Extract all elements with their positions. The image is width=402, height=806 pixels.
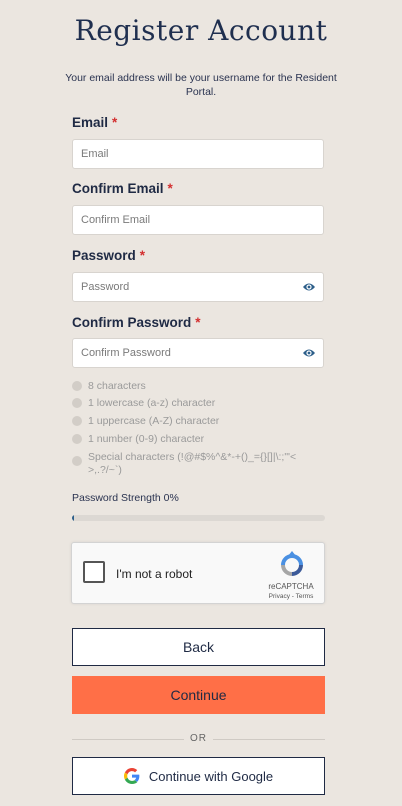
required-marker: * (112, 115, 118, 130)
password-rule: 1 uppercase (A-Z) character (72, 415, 219, 427)
password-rule: 1 lowercase (a-z) character (72, 397, 215, 409)
confirm-password-field[interactable] (72, 338, 324, 368)
continue-with-google-button[interactable]: Continue with Google (72, 757, 325, 795)
password-strength-fill (72, 515, 74, 521)
rule-status-icon (72, 416, 82, 426)
email-field[interactable] (72, 139, 324, 169)
recaptcha-checkbox[interactable] (83, 561, 105, 583)
rule-status-icon (72, 434, 82, 444)
password-label-text: Password (72, 248, 136, 263)
google-logo-icon (123, 768, 140, 784)
recaptcha-brand: reCAPTCHA (268, 582, 314, 591)
required-marker: * (139, 248, 146, 263)
back-button[interactable]: Back (72, 628, 325, 666)
confirm-email-field[interactable] (72, 205, 324, 235)
rule-text: 1 lowercase (a-z) character (88, 397, 216, 409)
required-marker: * (167, 181, 173, 196)
register-page: Register Account Your email address will… (0, 0, 402, 806)
password-rule: Special characters (!@#$%^&*-+()_={}[]|\… (72, 451, 302, 477)
rule-status-icon (72, 398, 82, 408)
required-marker: * (195, 315, 201, 330)
rule-status-icon (72, 381, 82, 391)
or-divider: OR (72, 733, 325, 745)
recaptcha-links[interactable]: Privacy - Terms (258, 593, 324, 600)
rule-text: 1 number (0-9) character (88, 433, 205, 445)
confirm-email-label-text: Confirm Email (72, 181, 164, 196)
continue-button[interactable]: Continue (72, 676, 325, 714)
confirm-email-input[interactable] (73, 206, 281, 234)
recaptcha-logo-icon (281, 551, 303, 576)
page-subtitle: Your email address will be your username… (65, 72, 337, 98)
eye-icon[interactable] (302, 281, 316, 293)
rule-text: 1 uppercase (A-Z) character (88, 415, 220, 427)
confirm-password-label: Confirm Password * (72, 315, 201, 330)
page-title: Register Account (74, 14, 328, 47)
rule-text: Special characters (!@#$%^&*-+()_={}[]|\… (88, 451, 297, 476)
google-button-label: Continue with Google (148, 768, 274, 784)
recaptcha-label: I'm not a robot (116, 567, 193, 581)
confirm-password-label-text: Confirm Password (72, 315, 192, 330)
confirm-email-label: Confirm Email * (72, 181, 173, 196)
password-strength-bar (72, 515, 325, 521)
password-rule: 8 characters (72, 380, 146, 392)
eye-icon[interactable] (302, 347, 316, 359)
divider-line (213, 739, 325, 740)
password-label: Password * (72, 248, 145, 263)
password-strength-label: Password Strength 0% (72, 492, 179, 504)
rule-status-icon (72, 456, 82, 466)
recaptcha-widget: I'm not a robot reCAPTCHA Privacy - Term… (71, 542, 325, 604)
password-input[interactable] (73, 273, 281, 301)
password-field[interactable] (72, 272, 324, 302)
email-input[interactable] (73, 140, 281, 168)
password-rule: 1 number (0-9) character (72, 433, 204, 445)
rule-text: 8 characters (88, 380, 146, 392)
email-label: Email * (72, 115, 117, 130)
email-label-text: Email (72, 115, 109, 130)
confirm-password-input[interactable] (73, 339, 281, 367)
